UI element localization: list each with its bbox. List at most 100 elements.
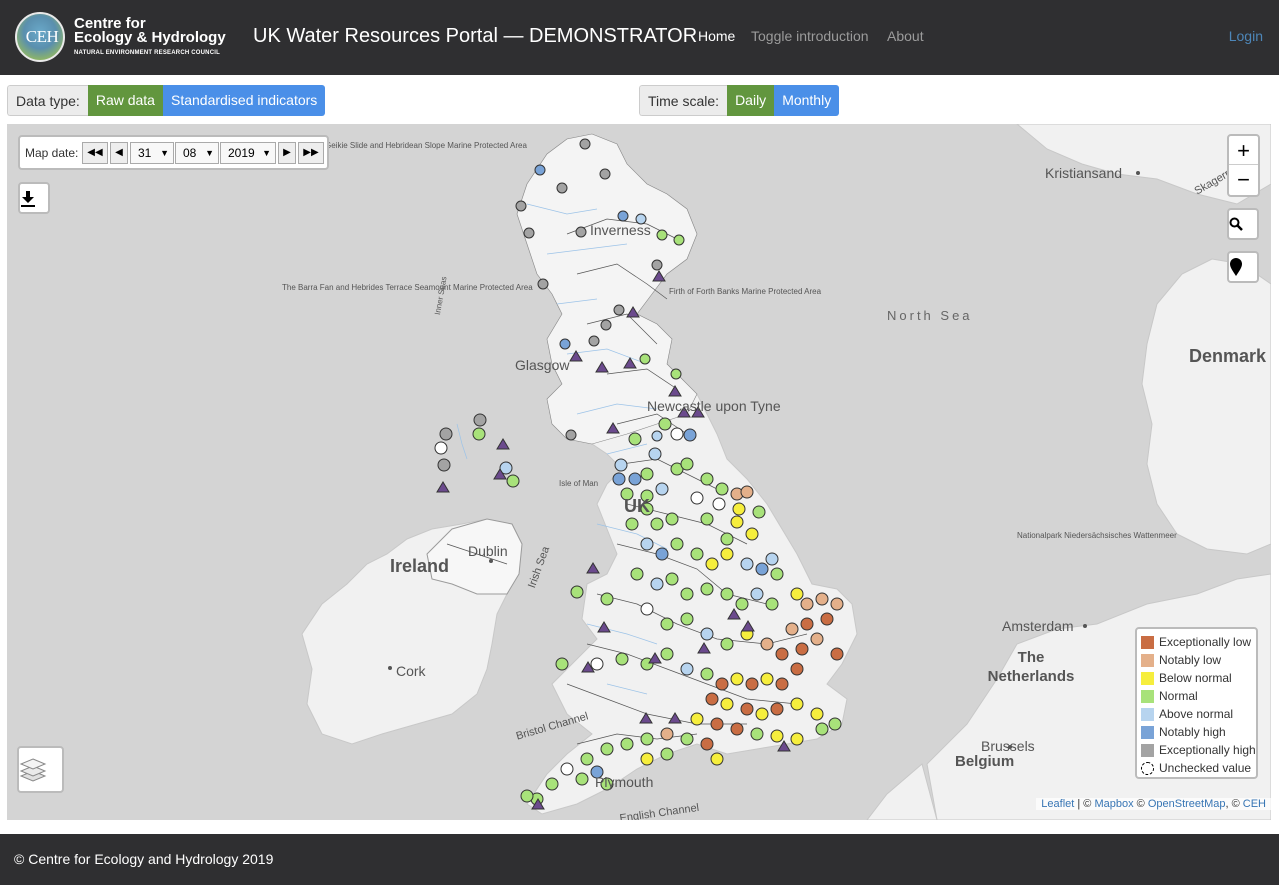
download-icon [21, 191, 35, 207]
location-marker-icon [1230, 258, 1242, 276]
logo-text-line3: NATURAL ENVIRONMENT RESEARCH COUNCIL [74, 50, 220, 56]
search-icon [1229, 217, 1243, 231]
legend-swatch [1141, 725, 1154, 739]
zoom-out-button[interactable]: − [1229, 165, 1258, 194]
nav-toggle-introduction[interactable]: Toggle introduction [751, 28, 869, 44]
ceh-logo[interactable]: CEH Centre for Ecology & Hydrology NATUR… [15, 12, 240, 64]
legend-label: Exceptionally low [1159, 635, 1252, 649]
legend-swatch [1141, 635, 1154, 649]
double-right-icon: ▶▶ [303, 147, 319, 158]
map-canvas[interactable]: Geikie Slide and Hebridean Slope Marine … [7, 124, 1271, 820]
map-legend: Exceptionally low Notably low Below normal… [1135, 627, 1258, 779]
chevron-down-icon: ▼ [262, 148, 271, 158]
map-date-label: Map date: [25, 146, 79, 160]
search-button[interactable] [1227, 208, 1259, 240]
next-date-button[interactable]: ▶ [278, 142, 296, 164]
legend-item: Notably low [1141, 651, 1252, 669]
attribution-sep: | © [1074, 798, 1095, 810]
map-date-control: Map date: ◀◀ ◀ 31 ▼ 08 ▼ 2019 ▼ ▶ ▶▶ [18, 135, 329, 170]
legend-item: Above normal [1141, 705, 1252, 723]
map-label-kristiansand: Kristiansand [1045, 165, 1123, 181]
data-type-group: Data type: Raw data Standardised indicat… [7, 85, 326, 116]
standardised-indicators-button[interactable]: Standardised indicators [162, 85, 326, 116]
map-label-belgium: Belgium [955, 753, 1015, 770]
legend-label: Above normal [1159, 707, 1234, 721]
monthly-button[interactable]: Monthly [774, 85, 840, 116]
last-date-button[interactable]: ▶▶ [298, 142, 324, 164]
logo-mark-text: CEH [25, 27, 59, 46]
app-title: UK Water Resources Portal — DEMONSTRATOR [253, 25, 698, 47]
logo-text-line2: Ecology & Hydrology [74, 29, 226, 46]
month-select[interactable]: 08 ▼ [175, 142, 219, 164]
legend-item: Notably high [1141, 723, 1252, 741]
legend-label: Notably high [1159, 725, 1226, 739]
map-label-glasgow: Glasgow [515, 357, 570, 373]
right-icon: ▶ [283, 147, 291, 158]
legend-swatch [1141, 707, 1154, 721]
legend-swatch [1141, 743, 1154, 757]
footer: © Centre for Ecology and Hydrology 2019 [0, 834, 1279, 885]
legend-item: Exceptionally high [1141, 741, 1256, 759]
nav-about[interactable]: About [887, 28, 924, 44]
attribution-sep: , © [1225, 798, 1243, 810]
map-label-uk: UK [624, 496, 650, 516]
map-label-brussels: Brussels [981, 738, 1035, 754]
data-type-label: Data type: [7, 85, 88, 116]
map-label-isle-of-man: Isle of Man [559, 479, 599, 488]
zoom-control: + − [1227, 134, 1260, 197]
month-value: 08 [183, 146, 197, 160]
map-label-north-sea: North Sea [887, 308, 973, 323]
mapbox-link[interactable]: Mapbox [1094, 798, 1133, 810]
map-label-cork: Cork [396, 663, 426, 679]
map-attribution: Leaflet | © Mapbox © OpenStreetMap, © CE… [1036, 798, 1271, 810]
chevron-down-icon: ▼ [160, 148, 169, 158]
legend-label: Unchecked value [1159, 761, 1252, 775]
first-date-button[interactable]: ◀◀ [82, 142, 108, 164]
footer-copyright: © Centre for Ecology and Hydrology 2019 [14, 851, 274, 867]
layers-button[interactable] [17, 746, 64, 793]
top-navbar: CEH Centre for Ecology & Hydrology NATUR… [0, 0, 1279, 75]
map-label-geikie: Geikie Slide and Hebridean Slope Marine … [325, 141, 527, 150]
day-select[interactable]: 31 ▼ [130, 142, 174, 164]
map-label-wattenmeer: Nationalpark Niedersächsisches Wattenmee… [1017, 531, 1177, 540]
double-left-icon: ◀◀ [87, 147, 103, 158]
left-icon: ◀ [115, 147, 123, 158]
chevron-down-icon: ▼ [205, 148, 214, 158]
daily-button[interactable]: Daily [727, 85, 775, 116]
map-label-amsterdam: Amsterdam [1002, 618, 1074, 634]
login-link[interactable]: Login [1229, 28, 1263, 44]
layers-icon [19, 758, 47, 782]
legend-swatch [1141, 671, 1154, 685]
map-label-netherlands: The Netherlands [987, 649, 1075, 685]
attribution-sep: © [1133, 798, 1148, 810]
map-label-inverness: Inverness [590, 222, 651, 238]
map-label-dublin: Dublin [468, 543, 508, 559]
openstreetmap-link[interactable]: OpenStreetMap [1148, 798, 1226, 810]
year-select[interactable]: 2019 ▼ [220, 142, 276, 164]
legend-label: Normal [1159, 689, 1198, 703]
time-scale-group: Time scale: Daily Monthly [639, 85, 840, 116]
location-button[interactable] [1227, 251, 1259, 283]
map-label-ireland: Ireland [390, 556, 450, 576]
nav-home[interactable]: Home [698, 28, 735, 44]
year-value: 2019 [228, 146, 255, 160]
legend-item: Below normal [1141, 669, 1252, 687]
ceh-link[interactable]: CEH [1243, 798, 1266, 810]
legend-label: Notably low [1159, 653, 1222, 667]
legend-item: Exceptionally low [1141, 633, 1252, 651]
map-label-plymouth: Plymouth [595, 774, 654, 790]
ceh-logo-mark: CEH [15, 12, 65, 62]
leaflet-link[interactable]: Leaflet [1041, 798, 1074, 810]
legend-label: Below normal [1159, 671, 1232, 685]
legend-swatch [1141, 653, 1154, 667]
legend-swatch [1141, 689, 1154, 703]
legend-swatch [1141, 761, 1154, 775]
raw-data-button[interactable]: Raw data [87, 85, 163, 116]
prev-date-button[interactable]: ◀ [110, 142, 128, 164]
map-label-forth: Firth of Forth Banks Marine Protected Ar… [669, 287, 822, 296]
download-button[interactable] [18, 182, 50, 214]
day-value: 31 [138, 146, 152, 160]
legend-item: Unchecked value [1141, 759, 1252, 777]
zoom-in-button[interactable]: + [1229, 136, 1258, 165]
legend-item: Normal [1141, 687, 1252, 705]
